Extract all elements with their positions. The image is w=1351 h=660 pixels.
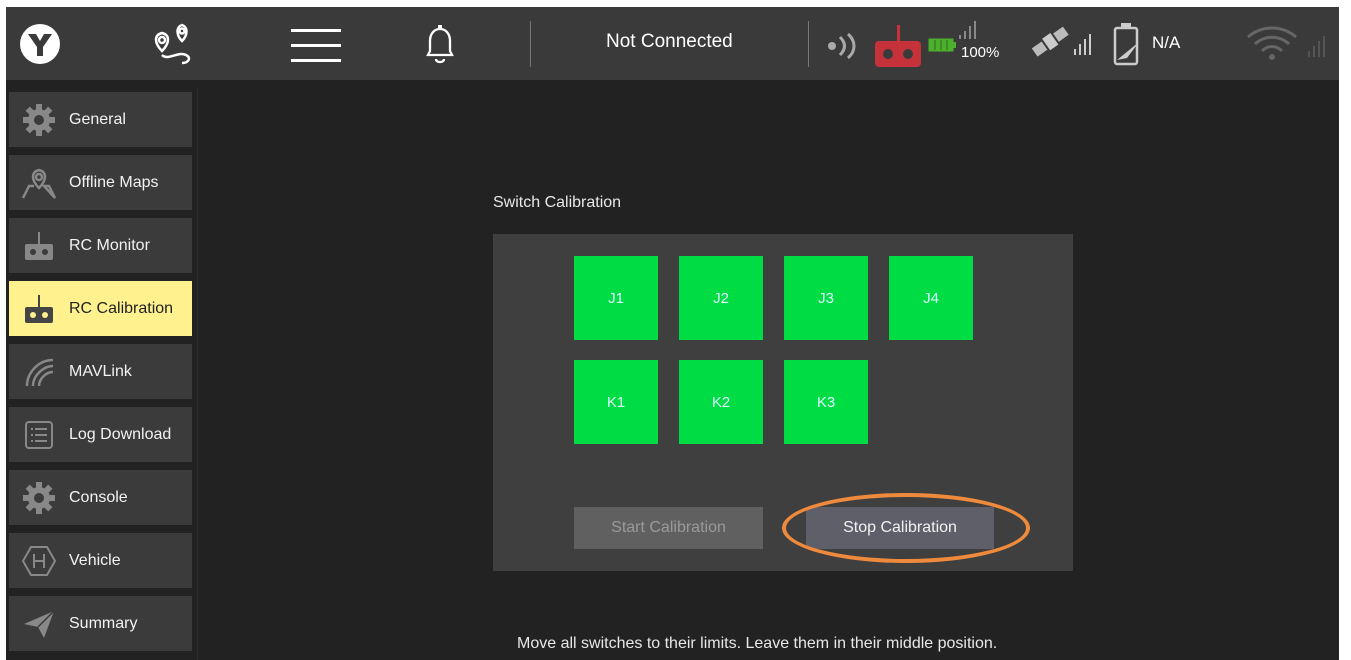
rc-controller-icon (17, 224, 61, 268)
logo-icon[interactable] (18, 22, 62, 66)
sidebar-item-label: Console (69, 488, 128, 506)
signal-waves-icon (17, 350, 61, 394)
sidebar-item-vehicle[interactable]: Vehicle (9, 533, 192, 588)
menu-icon[interactable] (288, 25, 344, 65)
sidebar-item-rc-calibration[interactable]: RC Calibration (9, 281, 192, 336)
sidebar-item-mavlink[interactable]: MAVLink (9, 344, 192, 399)
sidebar-item-console[interactable]: Console (9, 470, 192, 525)
signal-strength-icon[interactable] (824, 31, 864, 61)
satellite-icon[interactable] (1028, 21, 1094, 65)
switch-j4: J4 (889, 256, 973, 340)
rc-battery-percent: 100% (961, 44, 1000, 61)
sidebar-divider (197, 87, 198, 660)
bell-icon[interactable] (420, 21, 460, 67)
switch-calibration-panel: J1 J2 J3 J4 K1 K2 K3 Start Calibration S… (493, 234, 1073, 571)
sidebar-item-offline-maps[interactable]: Offline Maps (9, 155, 192, 210)
map-pin-route-icon[interactable] (146, 21, 206, 67)
settings-sidebar: General Offline Maps RC Monitor RC Calib… (6, 87, 198, 660)
app-window: Not Connected 100% N/A General Offline M… (6, 7, 1339, 660)
sidebar-item-label: Summary (69, 614, 138, 632)
sidebar-item-log-download[interactable]: Log Download (9, 407, 192, 462)
hexagon-h-icon (17, 539, 61, 583)
list-icon (17, 413, 61, 457)
wifi-icon[interactable] (1244, 23, 1332, 63)
switch-j2: J2 (679, 256, 763, 340)
paper-plane-icon (17, 602, 61, 646)
switch-k2: K2 (679, 360, 763, 444)
vehicle-battery-status: N/A (1152, 33, 1181, 52)
switch-j1: J1 (574, 256, 658, 340)
rc-controller-icon (17, 287, 61, 331)
map-icon (17, 161, 61, 205)
switch-k3: K3 (784, 360, 868, 444)
toolbar-divider (808, 21, 809, 67)
sidebar-item-label: Offline Maps (69, 173, 159, 191)
page-title: Switch Calibration (493, 194, 622, 211)
sidebar-item-general[interactable]: General (9, 92, 192, 147)
stop-calibration-button[interactable]: Stop Calibration (806, 507, 994, 549)
signal-bars-icon (957, 19, 979, 41)
top-toolbar: Not Connected 100% N/A (6, 7, 1339, 80)
sidebar-item-label: RC Calibration (69, 299, 174, 317)
switch-j3: J3 (784, 256, 868, 340)
sidebar-item-label: MAVLink (69, 362, 132, 380)
switch-k1: K1 (574, 360, 658, 444)
sidebar-item-label: Log Download (69, 425, 172, 443)
calibration-instructions: Move all switches to their limits. Leave… (517, 635, 998, 652)
vehicle-battery-icon[interactable] (1108, 20, 1144, 68)
sidebar-item-label: General (69, 110, 126, 128)
sidebar-item-summary[interactable]: Summary (9, 596, 192, 651)
sidebar-item-label: RC Monitor (69, 236, 150, 254)
connection-status[interactable]: Not Connected (606, 31, 733, 53)
toolbar-divider (530, 21, 531, 67)
start-calibration-button[interactable]: Start Calibration (574, 507, 763, 549)
sidebar-item-rc-monitor[interactable]: RC Monitor (9, 218, 192, 273)
gear-icon (17, 476, 61, 520)
gear-icon (17, 98, 61, 142)
sidebar-item-label: Vehicle (69, 551, 121, 569)
battery-icon (928, 37, 958, 53)
rc-controller-icon[interactable] (872, 23, 924, 69)
